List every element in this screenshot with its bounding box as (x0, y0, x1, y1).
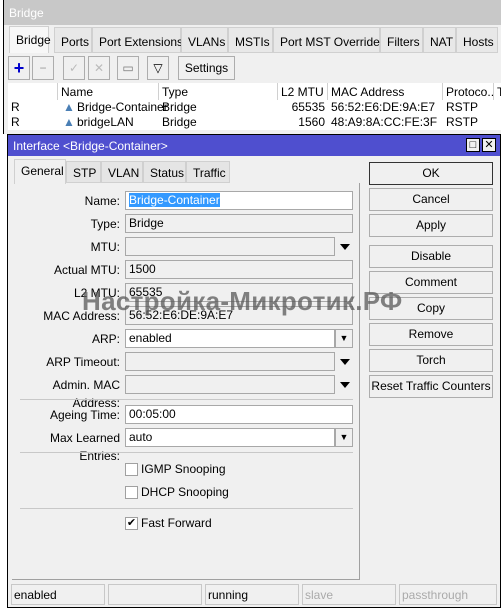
mtu-input[interactable] (125, 237, 335, 256)
close-icon[interactable]: ✕ (482, 138, 496, 152)
status-enabled: enabled (11, 584, 105, 605)
apply-button[interactable]: Apply (369, 214, 493, 237)
divider (20, 452, 353, 453)
column-mac[interactable]: MAC Address (328, 83, 443, 100)
column-l2mtu[interactable]: L2 MTU (278, 83, 328, 100)
name-input[interactable]: Bridge-Container (125, 191, 353, 210)
filter-icon[interactable]: ▽ (147, 56, 169, 80)
arp-timeout-dropdown-icon[interactable] (340, 359, 350, 365)
divider (20, 399, 353, 400)
row-name: bridgeLAN (77, 115, 134, 129)
dhcp-snooping-label: DHCP Snooping (141, 485, 229, 499)
tab-nat[interactable]: NAT (423, 27, 456, 53)
igmp-snooping-checkbox[interactable] (125, 463, 138, 476)
tab-port-mst-overrides[interactable]: Port MST Overrides (273, 27, 386, 53)
tab-vlan[interactable]: VLAN (101, 161, 143, 183)
dialog-title: Interface <Bridge-Container> □ ✕ (8, 135, 500, 156)
tab-general[interactable]: General (14, 159, 66, 184)
fast-forward-label: Fast Forward (141, 516, 212, 530)
ageing-time-label: Ageing Time: (49, 408, 120, 422)
row-mac: 56:52:E6:DE:9A:E7 (331, 100, 436, 114)
maximize-icon[interactable]: □ (466, 138, 480, 152)
column-protocol[interactable]: Protoco... (443, 83, 497, 100)
row-name: Bridge-Container (77, 100, 168, 114)
tab-hosts[interactable]: Hosts (456, 27, 498, 53)
row-flag: R (11, 115, 20, 129)
mtu-dropdown-icon[interactable] (340, 244, 350, 250)
enable-icon[interactable]: ✓ (63, 56, 85, 80)
status-running: running (205, 584, 299, 605)
arp-timeout-label: ARP Timeout: (46, 355, 120, 369)
row-flag: R (11, 100, 20, 114)
row-type: Bridge (162, 100, 197, 114)
add-icon[interactable]: + (8, 56, 30, 80)
row-l2mtu: 65535 (291, 100, 325, 114)
row-l2mtu: 1560 (298, 115, 325, 129)
status-passthrough: passthrough (399, 584, 497, 605)
fast-forward-checkbox[interactable]: ✔ (125, 517, 138, 530)
column-name[interactable]: Name (58, 83, 159, 100)
max-learned-label: Max Learned Entries: (49, 431, 120, 463)
actual-mtu-field: 1500 (125, 260, 353, 279)
ok-button[interactable]: OK (369, 162, 493, 185)
tab-bridge[interactable]: Bridge (9, 26, 51, 53)
admin-mac-label: Admin. MAC Address: (52, 378, 120, 410)
mtu-label: MTU: (90, 240, 120, 254)
arp-timeout-input[interactable] (125, 352, 335, 371)
arp-select[interactable]: enabled (125, 329, 335, 348)
name-label: Name: (84, 194, 120, 208)
cancel-button[interactable]: Cancel (369, 188, 493, 211)
tab-mstis[interactable]: MSTIs (228, 27, 273, 53)
disable-icon[interactable]: ✕ (88, 56, 110, 80)
admin-mac-input[interactable] (125, 375, 335, 394)
row-mac: 48:A9:8A:CC:FE:3F (331, 115, 438, 129)
bridge-window: Bridge Bridge Ports Port Extensions VLAN… (3, 0, 501, 134)
actual-mtu-label: Actual MTU: (53, 263, 120, 277)
name-value: Bridge-Container (129, 193, 220, 207)
admin-mac-dropdown-icon[interactable] (340, 382, 350, 388)
tab-ports[interactable]: Ports (54, 27, 92, 53)
table-row[interactable]: R ▲ Bridge-Container Bridge 65535 56:52:… (8, 100, 501, 115)
tab-filters[interactable]: Filters (380, 27, 423, 53)
column-type[interactable]: Type (159, 83, 278, 100)
settings-button[interactable]: Settings (178, 56, 235, 80)
divider (20, 508, 353, 509)
disable-button[interactable]: Disable (369, 245, 493, 268)
dhcp-snooping-checkbox[interactable] (125, 486, 138, 499)
type-field: Bridge (125, 214, 353, 233)
interface-dialog: Interface <Bridge-Container> □ ✕ General… (7, 134, 501, 608)
tab-port-extensions[interactable]: Port Extensions (92, 27, 183, 53)
tab-stp[interactable]: STP (66, 161, 101, 183)
comment-icon[interactable]: ▭ (117, 56, 139, 80)
max-learned-select[interactable]: auto (125, 428, 335, 447)
arp-label: ARP: (91, 332, 120, 346)
row-protocol: RSTP (446, 100, 479, 114)
torch-button[interactable]: Torch (369, 349, 493, 372)
window-title: Bridge (4, 0, 501, 25)
row-type: Bridge (162, 115, 197, 129)
row-protocol: RSTP (446, 115, 479, 129)
ageing-time-input[interactable]: 00:05:00 (125, 405, 353, 424)
remove-icon[interactable]: − (32, 56, 54, 80)
status-empty (108, 584, 202, 605)
dialog-title-text: Interface <Bridge-Container> (13, 139, 168, 153)
tab-traffic[interactable]: Traffic (186, 161, 230, 183)
reset-traffic-counters-button[interactable]: Reset Traffic Counters (369, 375, 493, 398)
type-label: Type: (90, 217, 120, 231)
column-tx[interactable]: Tx (494, 83, 501, 100)
column-flag (8, 83, 58, 100)
max-learned-dropdown-icon[interactable]: ▼ (335, 428, 353, 447)
table-row[interactable]: R ▲ bridgeLAN Bridge 1560 48:A9:8A:CC:FE… (8, 115, 501, 130)
tab-status[interactable]: Status (143, 161, 186, 183)
status-slave: slave (302, 584, 396, 605)
remove-button[interactable]: Remove (369, 323, 493, 346)
igmp-snooping-label: IGMP Snooping (141, 462, 226, 476)
tab-vlans[interactable]: VLANs (181, 27, 228, 53)
watermark: Настройка-Микротик.РФ (82, 286, 403, 316)
arp-dropdown-icon[interactable]: ▼ (335, 329, 353, 348)
